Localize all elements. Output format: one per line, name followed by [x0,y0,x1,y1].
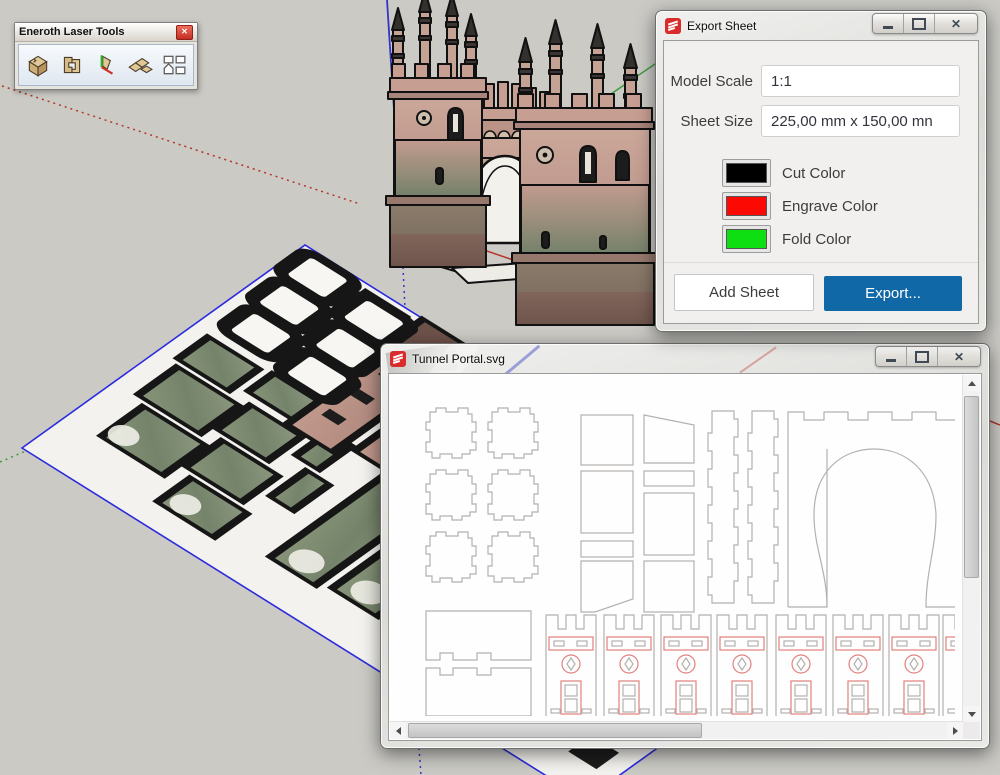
engrave-color-label: Engrave Color [782,198,878,215]
left-tower [386,64,490,267]
scroll-right-button[interactable] [947,722,963,739]
vertical-scrollbar[interactable] [962,375,980,722]
tower-cut-pieces [546,615,955,716]
export-dialog-client: Model Scale Sheet Size Cut Color Engrave… [663,40,979,324]
svg-window-titlebar[interactable]: Tunnel Portal.svg ✕ [381,344,989,373]
add-sheet-button[interactable]: Add Sheet [674,274,814,311]
box-joint-icon [25,52,51,78]
vertical-scroll-thumb[interactable] [964,396,979,578]
export-dialog-titlebar[interactable]: Export Sheet ✕ [656,11,986,40]
unfold-icon [127,52,153,78]
right-tower [512,94,658,325]
sketchup-viewport[interactable]: Eneroth Laser Tools ✕ [0,0,1000,775]
unfold-tool-button[interactable] [125,50,155,80]
fold-color-swatch[interactable] [722,225,771,253]
orient-part-tool-button[interactable] [91,50,121,80]
sheet-size-input[interactable] [761,105,960,137]
castle-model[interactable] [386,0,658,325]
cut-color-swatch[interactable] [722,159,771,187]
hinge-tool-button[interactable] [57,50,87,80]
arrange-sheets-icon [161,52,187,78]
toolbar-close-button[interactable]: ✕ [176,25,193,40]
toolbar-titlebar[interactable]: Eneroth Laser Tools ✕ [15,23,197,42]
sketchup-icon [390,351,406,367]
close-button[interactable]: ✕ [935,14,977,33]
glass-reflection [505,345,541,373]
orient-part-icon [93,52,119,78]
engrave-color-swatch[interactable] [722,192,771,220]
cut-outlines [426,408,955,716]
arrange-sheets-tool-button[interactable] [159,50,189,80]
horizontal-scroll-thumb[interactable] [408,723,702,738]
maximize-button[interactable] [907,347,938,366]
minimize-button[interactable] [876,347,907,366]
scroll-up-button[interactable] [963,375,980,391]
fold-color-label: Fold Color [782,231,851,248]
toolbar-body [18,44,194,86]
svg-preview-client: .cut{stroke:#b3b1ae;stroke-width:1.2;}.e… [388,373,982,741]
sheet-size-label: Sheet Size [680,113,753,130]
hinge-icon [59,52,85,78]
model-scale-input[interactable] [761,65,960,97]
glass-reflection [739,347,776,373]
close-button[interactable]: ✕ [938,347,980,366]
scroll-left-button[interactable] [390,722,406,739]
svg-preview-window: Tunnel Portal.svg ✕ [380,343,990,749]
laser-tools-toolbar: Eneroth Laser Tools ✕ [14,22,198,90]
dialog-separator [664,262,978,263]
export-dialog-title: Export Sheet [687,19,756,33]
sketchup-icon [665,18,681,34]
box-joint-tool-button[interactable] [23,50,53,80]
scroll-down-button[interactable] [963,706,980,722]
svg-preview-canvas[interactable]: .cut{stroke:#b3b1ae;stroke-width:1.2;}.e… [390,375,963,722]
scrollbar-corner [963,722,980,739]
export-button[interactable]: Export... [824,276,962,311]
minimize-button[interactable] [873,14,904,33]
export-sheet-dialog: Export Sheet ✕ Model Scale Sheet Size Cu… [655,10,987,332]
cut-color-label: Cut Color [782,165,845,182]
toolbar-title: Eneroth Laser Tools [19,26,176,38]
horizontal-scrollbar[interactable] [390,721,963,739]
model-scale-label: Model Scale [670,73,753,90]
svg-window-title: Tunnel Portal.svg [412,352,505,366]
maximize-button[interactable] [904,14,935,33]
